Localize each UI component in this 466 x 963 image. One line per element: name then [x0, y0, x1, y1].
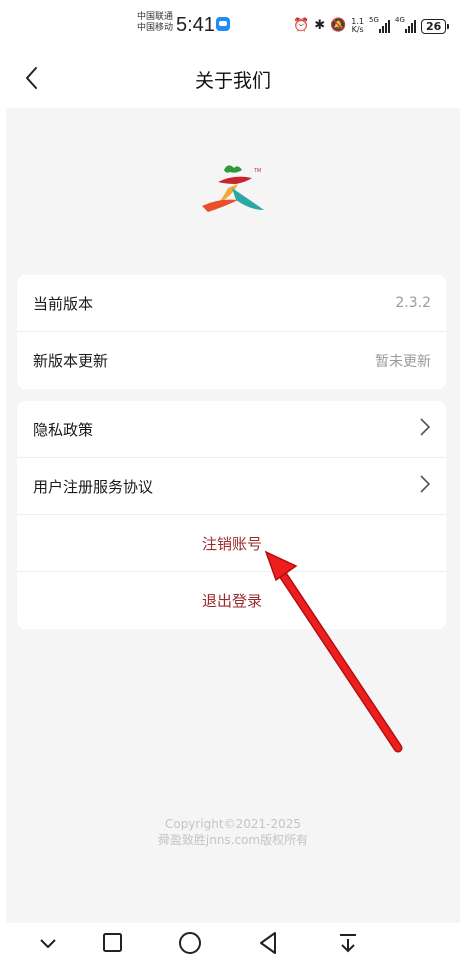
version-card: 当前版本 2.3.2 新版本更新 暂未更新	[17, 275, 446, 389]
status-bar: 中国联通 中国移动 5:41 ⏰ ✱ 🔕 1.1 K/s 5G 4G 26	[0, 0, 466, 50]
circle-icon[interactable]	[175, 929, 205, 957]
page-title: 关于我们	[194, 70, 271, 92]
actions-card: 隐私政策 用户注册服务协议 注销账号 退出登录	[17, 401, 446, 629]
privacy-policy-row[interactable]: 隐私政策	[17, 401, 446, 458]
carrier-2: 中国移动	[137, 23, 174, 33]
system-nav-bar	[0, 923, 466, 963]
network-speed: 1.1 K/s	[351, 17, 365, 34]
logout-label: 退出登录	[201, 592, 262, 610]
signal-4g-icon: 4G	[395, 16, 417, 33]
header: 关于我们	[0, 50, 466, 106]
current-version-row: 当前版本 2.3.2	[17, 275, 446, 332]
pull-down-icon[interactable]	[333, 929, 363, 957]
about-content: TM 当前版本 2.3.2 新版本更新 暂未更新 隐私政策 用户注册服务协议 注…	[6, 108, 460, 923]
alarm-icon: ⏰	[293, 18, 310, 33]
chevron-down-icon[interactable]	[33, 929, 63, 957]
battery-icon: 26	[421, 18, 450, 34]
user-agreement-row[interactable]: 用户注册服务协议	[17, 458, 446, 515]
copyright-text: Copyright©2021-2025	[164, 817, 302, 831]
logout-button[interactable]: 退出登录	[17, 572, 446, 629]
cancel-account-label: 注销账号	[201, 534, 262, 553]
svg-text:TM: TM	[254, 168, 261, 174]
cancel-account-button[interactable]: 注销账号	[17, 515, 446, 572]
current-version-label: 当前版本	[33, 294, 94, 313]
message-icon	[216, 17, 230, 31]
chevron-right-icon	[419, 474, 431, 499]
signal-5g-icon: 5G	[369, 16, 391, 33]
carrier-names: 中国联通 中国移动	[137, 12, 173, 34]
app-logo: TM	[202, 165, 264, 212]
battery-level: 26	[421, 18, 447, 34]
bluetooth-icon: ✱	[314, 18, 326, 33]
company-text: 舜盈致胜jnns.com版权所有	[157, 833, 309, 847]
privacy-policy-label: 隐私政策	[33, 420, 94, 439]
square-icon[interactable]	[97, 929, 127, 957]
current-version-value: 2.3.2	[395, 295, 431, 311]
chevron-right-icon	[419, 417, 431, 442]
update-label: 新版本更新	[33, 352, 109, 370]
status-icons: ⏰ ✱ 🔕 1.1 K/s 5G 4G 26	[293, 13, 450, 39]
clock: 5:41	[176, 14, 215, 36]
mute-icon: 🔕	[330, 18, 347, 33]
update-status: 暂未更新	[375, 353, 431, 370]
triangle-back-icon[interactable]	[253, 929, 283, 957]
update-row[interactable]: 新版本更新 暂未更新	[17, 332, 446, 389]
user-agreement-label: 用户注册服务协议	[33, 477, 154, 496]
carrier-1: 中国联通	[137, 12, 174, 22]
